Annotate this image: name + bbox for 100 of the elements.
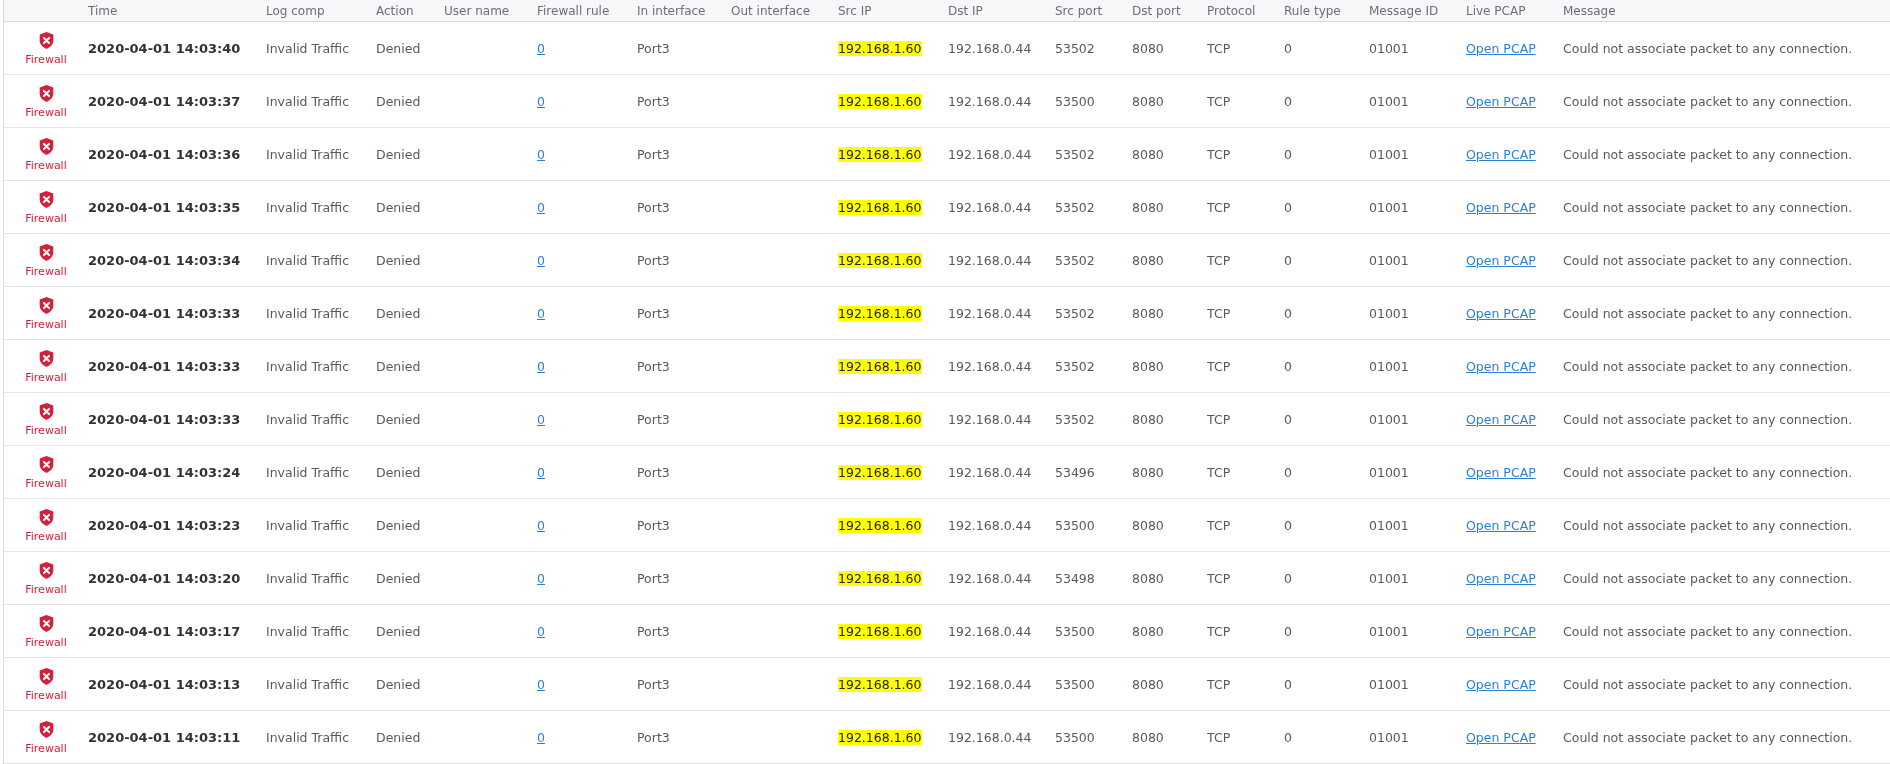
- action-cell: Denied: [376, 199, 421, 215]
- message-id-cell: 01001: [1369, 623, 1409, 639]
- dst-port-cell: 8080: [1132, 623, 1164, 639]
- src-ip-cell: 192.168.1.60: [838, 729, 922, 745]
- firewall-rule-link[interactable]: 0: [537, 570, 545, 586]
- protocol-cell: TCP: [1207, 464, 1231, 480]
- shield-x-icon: [37, 30, 55, 50]
- open-pcap-link[interactable]: Open PCAP: [1466, 305, 1536, 321]
- open-pcap-link[interactable]: Open PCAP: [1466, 623, 1536, 639]
- src-ip-cell: 192.168.1.60: [838, 464, 922, 480]
- message-cell: Could not associate packet to any connection.: [1563, 676, 1853, 692]
- open-pcap-link[interactable]: Open PCAP: [1466, 517, 1536, 533]
- open-pcap-link[interactable]: Open PCAP: [1466, 411, 1536, 427]
- dst-port-cell: 8080: [1132, 40, 1164, 56]
- dst-ip-cell: 192.168.0.44: [948, 252, 1032, 268]
- log-comp-cell: Invalid Traffic: [266, 676, 350, 692]
- protocol-cell: TCP: [1207, 146, 1231, 162]
- column-header: Dst IP: [948, 3, 983, 18]
- src-ip-cell: 192.168.1.60: [838, 93, 922, 109]
- in-interface-cell: Port3: [637, 93, 670, 109]
- open-pcap-link[interactable]: Open PCAP: [1466, 676, 1536, 692]
- firewall-rule-link[interactable]: 0: [537, 40, 545, 56]
- column-header: Message ID: [1369, 3, 1439, 18]
- in-interface-cell: Port3: [637, 40, 670, 56]
- rule-type-cell: 0: [1284, 93, 1292, 109]
- time-cell: 2020-04-01 14:03:20: [88, 570, 241, 586]
- message-id-cell: 01001: [1369, 146, 1409, 162]
- dst-port-cell: 8080: [1132, 676, 1164, 692]
- dst-ip-cell: 192.168.0.44: [948, 411, 1032, 427]
- src-port-cell: 53500: [1055, 93, 1095, 109]
- dst-port-cell: 8080: [1132, 570, 1164, 586]
- action-cell: Denied: [376, 570, 421, 586]
- column-header: Live PCAP: [1466, 3, 1526, 18]
- open-pcap-link[interactable]: Open PCAP: [1466, 464, 1536, 480]
- firewall-rule-link[interactable]: 0: [537, 358, 545, 374]
- protocol-cell: TCP: [1207, 411, 1231, 427]
- in-interface-cell: Port3: [637, 199, 670, 215]
- open-pcap-link[interactable]: Open PCAP: [1466, 358, 1536, 374]
- src-ip-cell: 192.168.1.60: [838, 517, 922, 533]
- in-interface-cell: Port3: [637, 411, 670, 427]
- module-label: Firewall: [25, 264, 67, 278]
- open-pcap-link[interactable]: Open PCAP: [1466, 199, 1536, 215]
- message-id-cell: 01001: [1369, 40, 1409, 56]
- firewall-rule-link[interactable]: 0: [537, 146, 545, 162]
- shield-x-icon: [37, 348, 55, 368]
- firewall-rule-link[interactable]: 0: [537, 93, 545, 109]
- open-pcap-link[interactable]: Open PCAP: [1466, 40, 1536, 56]
- firewall-rule-link[interactable]: 0: [537, 411, 545, 427]
- dst-port-cell: 8080: [1132, 517, 1164, 533]
- column-header: Src IP: [838, 3, 872, 18]
- in-interface-cell: Port3: [637, 729, 670, 745]
- protocol-cell: TCP: [1207, 199, 1231, 215]
- firewall-rule-link[interactable]: 0: [537, 305, 545, 321]
- protocol-cell: TCP: [1207, 623, 1231, 639]
- open-pcap-link[interactable]: Open PCAP: [1466, 570, 1536, 586]
- message-cell: Could not associate packet to any connection.: [1563, 93, 1853, 109]
- dst-ip-cell: 192.168.0.44: [948, 729, 1032, 745]
- time-cell: 2020-04-01 14:03:37: [88, 93, 241, 109]
- open-pcap-link[interactable]: Open PCAP: [1466, 252, 1536, 268]
- open-pcap-link[interactable]: Open PCAP: [1466, 93, 1536, 109]
- src-port-cell: 53502: [1055, 40, 1095, 56]
- rule-type-cell: 0: [1284, 623, 1292, 639]
- src-ip-cell: 192.168.1.60: [838, 252, 922, 268]
- message-cell: Could not associate packet to any connection.: [1563, 411, 1853, 427]
- module-label: Firewall: [25, 52, 67, 66]
- firewall-rule-link[interactable]: 0: [537, 676, 545, 692]
- firewall-rule-link[interactable]: 0: [537, 199, 545, 215]
- time-cell: 2020-04-01 14:03:33: [88, 305, 241, 321]
- module-label: Firewall: [25, 317, 67, 331]
- dst-port-cell: 8080: [1132, 729, 1164, 745]
- open-pcap-link[interactable]: Open PCAP: [1466, 146, 1536, 162]
- src-ip-cell: 192.168.1.60: [838, 358, 922, 374]
- protocol-cell: TCP: [1207, 517, 1231, 533]
- open-pcap-link[interactable]: Open PCAP: [1466, 729, 1536, 745]
- message-id-cell: 01001: [1369, 93, 1409, 109]
- rule-type-cell: 0: [1284, 570, 1292, 586]
- dst-port-cell: 8080: [1132, 146, 1164, 162]
- time-cell: 2020-04-01 14:03:35: [88, 199, 241, 215]
- firewall-rule-link[interactable]: 0: [537, 464, 545, 480]
- dst-ip-cell: 192.168.0.44: [948, 40, 1032, 56]
- src-port-cell: 53502: [1055, 199, 1095, 215]
- time-cell: 2020-04-01 14:03:36: [88, 146, 241, 162]
- src-ip-cell: 192.168.1.60: [838, 40, 922, 56]
- action-cell: Denied: [376, 358, 421, 374]
- message-cell: Could not associate packet to any connection.: [1563, 252, 1853, 268]
- src-port-cell: 53502: [1055, 252, 1095, 268]
- log-comp-cell: Invalid Traffic: [266, 199, 350, 215]
- firewall-rule-link[interactable]: 0: [537, 623, 545, 639]
- firewall-rule-link[interactable]: 0: [537, 252, 545, 268]
- protocol-cell: TCP: [1207, 729, 1231, 745]
- src-port-cell: 53500: [1055, 676, 1095, 692]
- dst-port-cell: 8080: [1132, 305, 1164, 321]
- in-interface-cell: Port3: [637, 305, 670, 321]
- in-interface-cell: Port3: [637, 623, 670, 639]
- module-label: Firewall: [25, 741, 67, 755]
- firewall-rule-link[interactable]: 0: [537, 729, 545, 745]
- module-label: Firewall: [25, 529, 67, 543]
- message-cell: Could not associate packet to any connection.: [1563, 464, 1853, 480]
- src-port-cell: 53498: [1055, 570, 1095, 586]
- firewall-rule-link[interactable]: 0: [537, 517, 545, 533]
